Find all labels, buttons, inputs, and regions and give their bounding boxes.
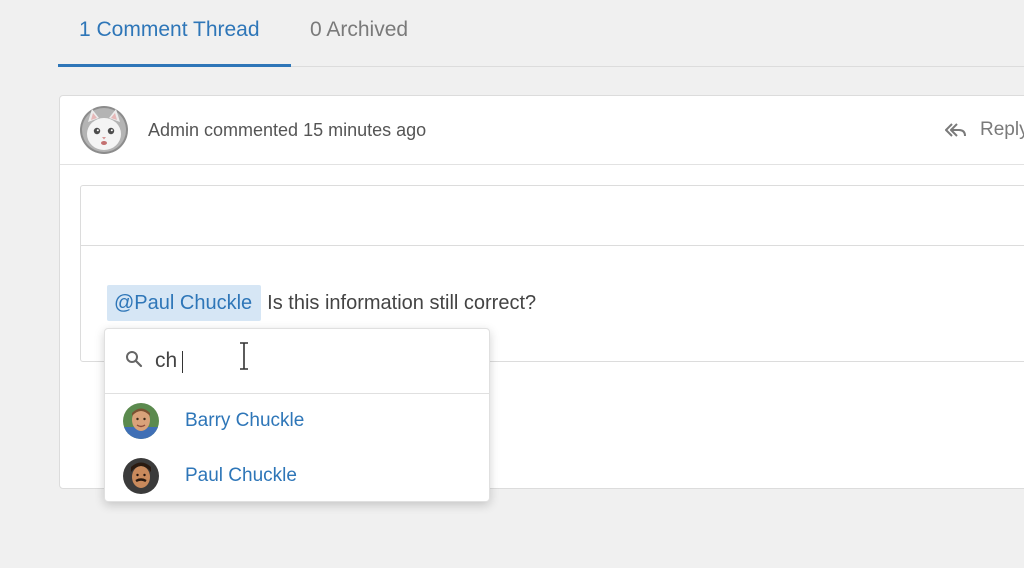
- tab-comment-thread[interactable]: 1 Comment Thread: [79, 17, 260, 43]
- avatar: [123, 458, 159, 494]
- editor-content[interactable]: @Paul Chuckle Is this information still …: [107, 285, 536, 321]
- mention-search: [105, 329, 489, 394]
- user-avatar-icon: [123, 458, 159, 494]
- comment-header: Admin commented 15 minutes ago Reply: [60, 96, 1024, 165]
- user-avatar-icon: [123, 403, 159, 439]
- active-tab-indicator: [58, 64, 291, 67]
- mention-search-input[interactable]: [155, 345, 455, 377]
- cat-avatar-icon: [80, 106, 128, 154]
- tab-archived[interactable]: 0 Archived: [310, 17, 408, 43]
- text-cursor-icon: [240, 342, 248, 370]
- mention-option-paul-chuckle[interactable]: Paul Chuckle: [105, 448, 489, 502]
- mention-chip[interactable]: @Paul Chuckle: [107, 285, 262, 321]
- mention-dropdown: Barry Chuckle Paul Chuckle: [104, 328, 490, 502]
- comment-meta: Admin commented 15 minutes ago: [148, 120, 427, 140]
- avatar: [80, 106, 128, 154]
- mention-option-barry-chuckle[interactable]: Barry Chuckle: [105, 393, 489, 447]
- mention-option-name: Paul Chuckle: [185, 465, 297, 486]
- reply-button[interactable]: Reply: [944, 118, 1024, 142]
- avatar: [123, 403, 159, 439]
- mention-option-name: Barry Chuckle: [185, 410, 305, 431]
- reply-all-icon: [945, 123, 966, 137]
- editor-toolbar: [81, 186, 1024, 246]
- text-caret: [182, 351, 183, 373]
- comment-text: Is this information still correct?: [267, 292, 537, 314]
- search-icon: [126, 351, 143, 368]
- tab-bar: 1 Comment Thread 0 Archived: [0, 0, 1024, 68]
- reply-label: Reply: [980, 119, 1024, 140]
